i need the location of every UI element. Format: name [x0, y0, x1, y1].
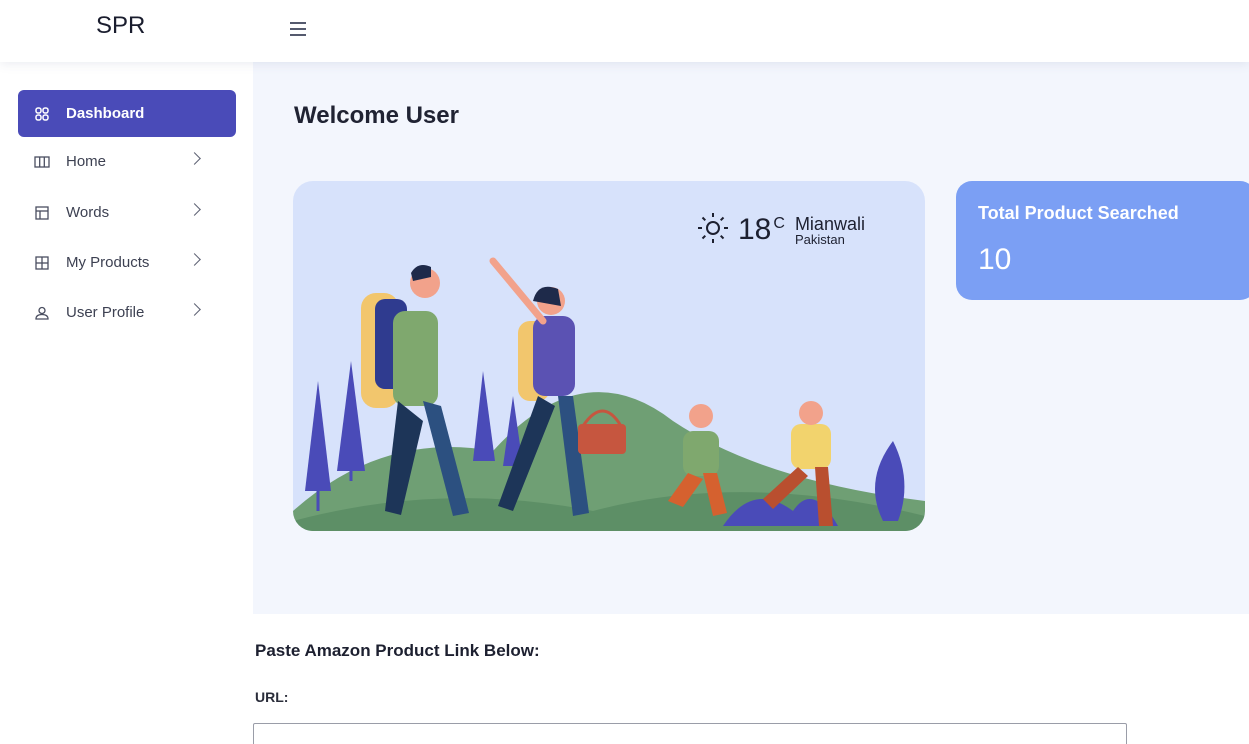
stat-title: Total Product Searched [978, 203, 1179, 223]
brand-logo[interactable]: SPR [96, 12, 145, 40]
chevron-right-icon [188, 253, 201, 266]
sidebar-item-user-profile[interactable]: User Profile [18, 289, 236, 336]
weather-location: Mianwali Pakistan [795, 215, 865, 247]
top-bar: SPR [0, 0, 1249, 62]
dashboard-content: Welcome User 18 C Mianwali Pakistan Tota… [253, 62, 1249, 614]
hero-banner: 18 C Mianwali Pakistan [293, 181, 925, 531]
sidebar-item-words[interactable]: Words [18, 189, 236, 236]
sidebar-item-my-products[interactable]: My Products [18, 239, 236, 286]
weather-widget: 18 C Mianwali Pakistan [696, 211, 865, 250]
sidebar-item-dashboard[interactable]: Dashboard [18, 90, 236, 137]
sidebar-item-label: Words [66, 204, 110, 221]
sidebar-item-label: Home [66, 153, 107, 170]
sun-icon [696, 211, 730, 250]
chevron-right-icon [188, 303, 201, 316]
chevron-right-icon [188, 203, 201, 216]
temperature-value: 18 [738, 213, 772, 246]
temperature-unit: C [773, 215, 785, 232]
columns-icon [34, 154, 50, 170]
sidebar-item-label: My Products [66, 254, 150, 271]
url-input[interactable] [253, 723, 1127, 744]
layout-icon [34, 205, 50, 221]
total-product-searched-card: Total Product Searched 10 [956, 181, 1249, 300]
user-icon [34, 305, 50, 321]
sidebar: Dashboard Home Words My Products User Pr… [0, 62, 252, 744]
sidebar-item-label: User Profile [66, 304, 145, 321]
sidebar-item-label: Dashboard [66, 105, 145, 122]
table-grid-icon [34, 255, 50, 271]
dashboard-grid-icon [34, 106, 50, 122]
stat-value: 10 [978, 243, 1012, 276]
form-title: Paste Amazon Product Link Below: [255, 641, 540, 660]
chevron-right-icon [188, 152, 201, 165]
url-label: URL: [255, 689, 289, 705]
page-title: Welcome User [294, 102, 459, 129]
sidebar-item-home[interactable]: Home [18, 138, 236, 185]
weather-country: Pakistan [794, 232, 845, 247]
weather-city: Mianwali [794, 214, 865, 234]
menu-toggle-icon[interactable] [290, 22, 312, 40]
